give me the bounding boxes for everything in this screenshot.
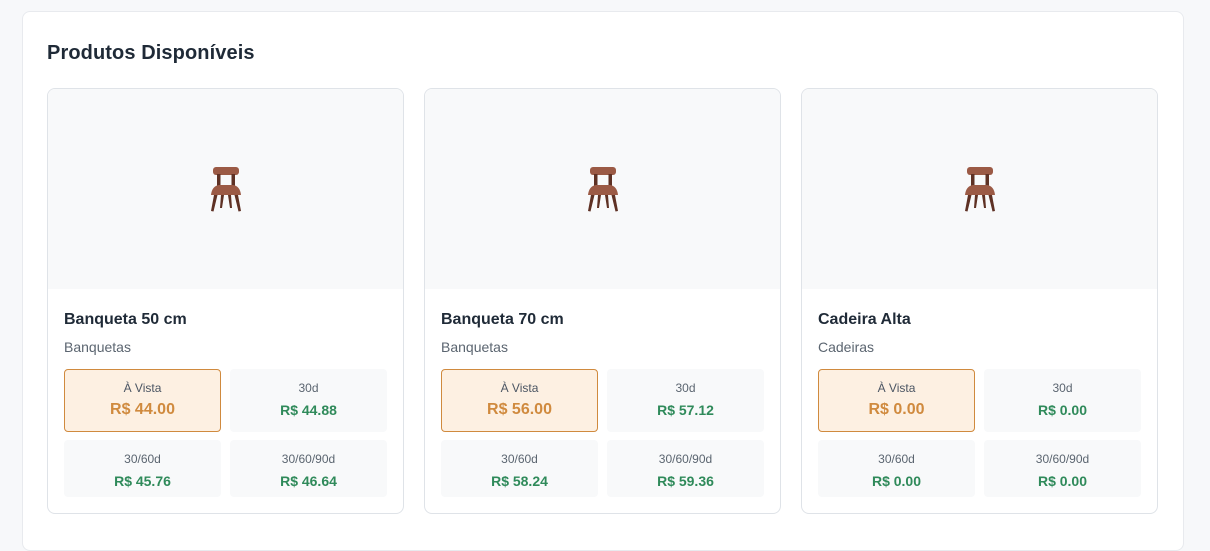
price-option-a-vista[interactable]: À Vista R$ 0.00 bbox=[818, 369, 975, 432]
price-value: R$ 56.00 bbox=[487, 401, 552, 418]
product-card[interactable]: Banqueta 50 cm Banquetas À Vista R$ 44.0… bbox=[47, 88, 404, 514]
price-option-30d[interactable]: 30d R$ 44.88 bbox=[230, 369, 387, 432]
page-title: Produtos Disponíveis bbox=[47, 42, 255, 64]
price-value: R$ 57.12 bbox=[657, 402, 714, 418]
price-option-30d[interactable]: 30d R$ 57.12 bbox=[607, 369, 764, 432]
product-category: Banquetas bbox=[441, 339, 508, 355]
price-value: R$ 44.00 bbox=[110, 401, 175, 418]
product-card[interactable]: Cadeira Alta Cadeiras À Vista R$ 0.00 30… bbox=[801, 88, 1158, 514]
card-body: Cadeira Alta Cadeiras À Vista R$ 0.00 30… bbox=[802, 310, 1157, 497]
product-card[interactable]: Banqueta 70 cm Banquetas À Vista R$ 56.0… bbox=[424, 88, 781, 514]
card-body: Banqueta 70 cm Banquetas À Vista R$ 56.0… bbox=[425, 310, 780, 497]
price-value: R$ 0.00 bbox=[1037, 402, 1088, 418]
price-option-30-60-90d[interactable]: 30/60/90d R$ 0.00 bbox=[984, 440, 1141, 497]
price-options: À Vista R$ 44.00 30d R$ 44.88 30/60d R$ … bbox=[64, 369, 387, 497]
product-name: Cadeira Alta bbox=[818, 311, 911, 328]
price-option-a-vista[interactable]: À Vista R$ 56.00 bbox=[441, 369, 598, 432]
product-image bbox=[802, 89, 1157, 289]
price-options: À Vista R$ 0.00 30d R$ 0.00 30/60d R$ 0.… bbox=[818, 369, 1141, 497]
product-name: Banqueta 50 cm bbox=[64, 311, 187, 328]
price-label: 30/60/90d bbox=[281, 452, 336, 466]
price-option-a-vista[interactable]: À Vista R$ 44.00 bbox=[64, 369, 221, 432]
price-option-30d[interactable]: 30d R$ 0.00 bbox=[984, 369, 1141, 432]
product-grid: Banqueta 50 cm Banquetas À Vista R$ 44.0… bbox=[47, 88, 1158, 514]
price-label: 30d bbox=[298, 381, 319, 395]
product-name: Banqueta 70 cm bbox=[441, 311, 564, 328]
chair-icon bbox=[587, 167, 618, 212]
chair-icon bbox=[964, 167, 995, 212]
price-value: R$ 59.36 bbox=[657, 473, 714, 489]
products-panel: Produtos Disponíveis Banqueta 50 cm Banq… bbox=[22, 11, 1184, 551]
price-label: 30/60d bbox=[501, 452, 538, 466]
price-option-30-60-90d[interactable]: 30/60/90d R$ 46.64 bbox=[230, 440, 387, 497]
price-value: R$ 44.88 bbox=[280, 402, 337, 418]
price-label: À Vista bbox=[877, 381, 916, 395]
chair-icon bbox=[210, 167, 241, 212]
price-label: À Vista bbox=[500, 381, 539, 395]
price-label: 30/60/90d bbox=[1035, 452, 1090, 466]
price-label: 30/60d bbox=[124, 452, 161, 466]
price-label: 30d bbox=[675, 381, 696, 395]
price-options: À Vista R$ 56.00 30d R$ 57.12 30/60d R$ … bbox=[441, 369, 764, 497]
price-label: 30/60d bbox=[878, 452, 915, 466]
price-label: 30/60/90d bbox=[658, 452, 713, 466]
price-option-30-60d[interactable]: 30/60d R$ 45.76 bbox=[64, 440, 221, 497]
price-value: R$ 58.24 bbox=[491, 473, 548, 489]
price-option-30-60d[interactable]: 30/60d R$ 0.00 bbox=[818, 440, 975, 497]
price-option-30-60d[interactable]: 30/60d R$ 58.24 bbox=[441, 440, 598, 497]
price-label: 30d bbox=[1052, 381, 1073, 395]
price-value: R$ 0.00 bbox=[868, 401, 925, 418]
product-image bbox=[425, 89, 780, 289]
product-category: Banquetas bbox=[64, 339, 131, 355]
price-value: R$ 0.00 bbox=[1037, 473, 1088, 489]
product-image bbox=[48, 89, 403, 289]
price-value: R$ 46.64 bbox=[280, 473, 337, 489]
price-value: R$ 0.00 bbox=[871, 473, 922, 489]
price-label: À Vista bbox=[123, 381, 162, 395]
price-value: R$ 45.76 bbox=[114, 473, 171, 489]
price-option-30-60-90d[interactable]: 30/60/90d R$ 59.36 bbox=[607, 440, 764, 497]
card-body: Banqueta 50 cm Banquetas À Vista R$ 44.0… bbox=[48, 310, 403, 497]
product-category: Cadeiras bbox=[818, 339, 875, 355]
